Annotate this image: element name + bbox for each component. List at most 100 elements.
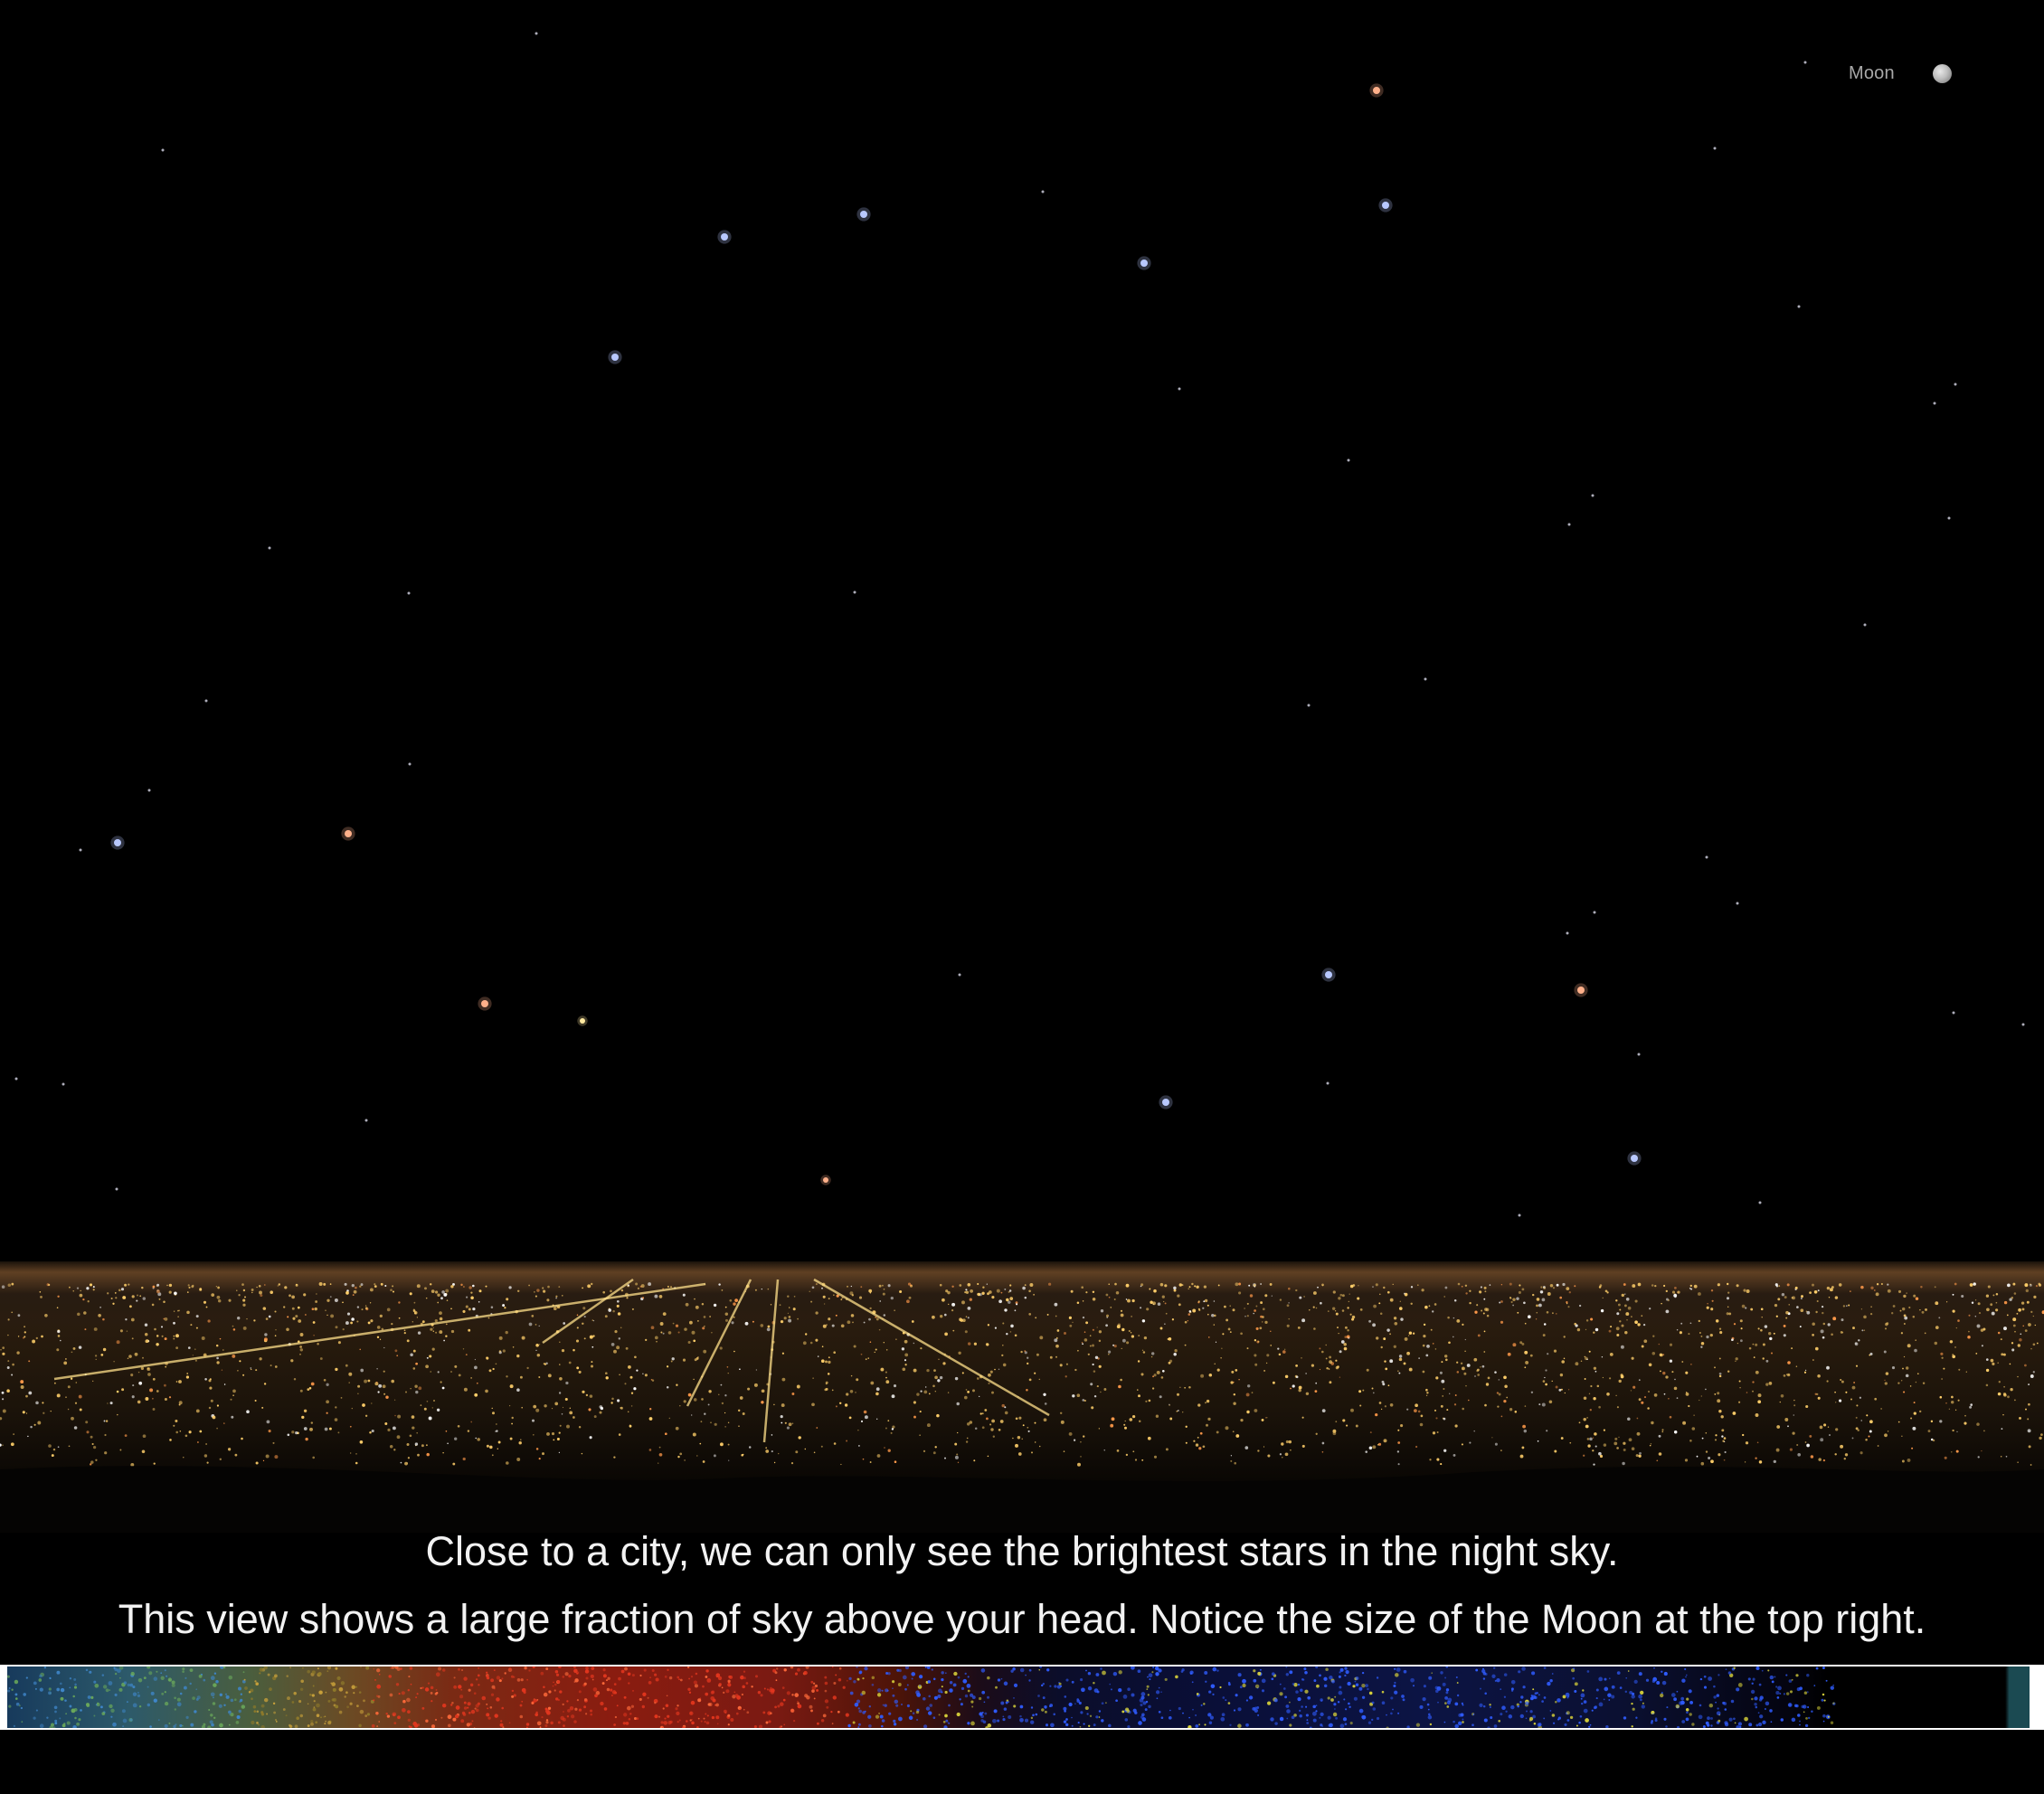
timeline-dot: [1555, 1701, 1557, 1704]
city-light: [833, 1351, 837, 1355]
city-light: [864, 1415, 868, 1420]
city-light: [1961, 1294, 1964, 1298]
timeline-dot: [291, 1701, 295, 1704]
timeline-dot: [774, 1671, 778, 1675]
city-light: [1150, 1355, 1153, 1358]
city-light: [2028, 1445, 2031, 1449]
city-light: [175, 1430, 178, 1434]
city-light: [323, 1378, 326, 1382]
city-light: [1408, 1335, 1410, 1336]
timeline-dot: [1832, 1684, 1835, 1686]
city-light: [41, 1335, 43, 1338]
city-light: [1869, 1312, 1873, 1316]
city-light: [1919, 1410, 1922, 1413]
timeline-dot: [1520, 1695, 1524, 1699]
city-light: [1707, 1303, 1708, 1305]
city-light: [173, 1321, 175, 1325]
timeline-dot: [1830, 1685, 1834, 1690]
timeline-dot: [1487, 1726, 1490, 1728]
city-light: [452, 1462, 456, 1466]
timeline-dot: [1343, 1698, 1346, 1701]
city-light: [1746, 1289, 1750, 1293]
city-light: [1430, 1328, 1433, 1331]
timeline-dot: [1344, 1723, 1348, 1726]
timeline-dot: [1355, 1683, 1359, 1687]
city-light: [2000, 1456, 2002, 1458]
timeline-dot: [164, 1669, 166, 1672]
timeline-dot: [949, 1681, 953, 1685]
city-light: [543, 1289, 546, 1293]
timeline-dot: [741, 1693, 744, 1696]
city-light: [92, 1286, 95, 1289]
timeline-dot: [562, 1717, 566, 1722]
timeline-dot: [1525, 1717, 1528, 1720]
timeline-dot: [1624, 1690, 1628, 1694]
city-light: [719, 1346, 723, 1350]
city-light: [1809, 1434, 1812, 1438]
city-light: [445, 1430, 448, 1432]
timeline-dot: [228, 1723, 231, 1726]
city-light: [72, 1290, 74, 1292]
city-light: [1714, 1393, 1717, 1395]
timeline-dot: [697, 1717, 700, 1720]
city-light: [1957, 1319, 1960, 1322]
city-light: [371, 1429, 374, 1433]
city-light: [1267, 1454, 1271, 1458]
city-light: [575, 1339, 580, 1343]
city-light: [2027, 1429, 2031, 1433]
city-light: [303, 1409, 308, 1412]
timeline-dot: [564, 1672, 569, 1676]
city-light: [1072, 1394, 1075, 1398]
city-light: [840, 1463, 842, 1466]
timeline-dot: [1239, 1685, 1243, 1689]
timeline-dot: [182, 1670, 185, 1673]
city-light: [509, 1384, 514, 1389]
city-light: [1009, 1284, 1012, 1287]
city-light: [1375, 1283, 1378, 1287]
city-light: [436, 1408, 440, 1412]
city-light: [542, 1287, 544, 1289]
timeline-dot: [1651, 1679, 1655, 1683]
city-light: [693, 1378, 695, 1381]
city-light: [875, 1317, 879, 1321]
city-light: [1839, 1399, 1842, 1402]
city-light: [457, 1424, 460, 1428]
city-light: [1332, 1431, 1337, 1436]
timeline-dot: [179, 1692, 183, 1695]
moon-label: Moon: [1849, 63, 1895, 83]
city-light: [1935, 1326, 1939, 1329]
city-light: [1001, 1403, 1005, 1408]
city-light: [1143, 1336, 1148, 1340]
timeline-dot: [1192, 1708, 1194, 1711]
city-light: [1903, 1355, 1906, 1358]
city-light: [727, 1421, 730, 1424]
city-light: [535, 1448, 539, 1450]
city-light: [542, 1452, 544, 1456]
city-light: [160, 1326, 164, 1328]
timeline-dot: [210, 1692, 215, 1697]
timeline-dot: [1557, 1716, 1561, 1720]
city-light: [883, 1288, 885, 1290]
city-light: [1043, 1418, 1047, 1422]
city-light: [149, 1388, 154, 1393]
city-light: [1696, 1455, 1699, 1458]
timeline-dot: [1204, 1671, 1208, 1675]
city-light: [1638, 1379, 1641, 1382]
city-light: [1208, 1336, 1210, 1338]
timeline-dot: [1316, 1684, 1320, 1688]
city-light: [1254, 1409, 1258, 1412]
caption-line-2: This view shows a large fraction of sky …: [118, 1596, 1926, 1642]
city-light: [724, 1312, 729, 1316]
city-light: [593, 1415, 597, 1419]
city-light: [367, 1321, 371, 1325]
city-light: [853, 1345, 856, 1348]
city-light: [787, 1312, 790, 1315]
timeline-dot: [256, 1710, 260, 1714]
timeline-dot: [1730, 1699, 1735, 1704]
city-light: [1321, 1350, 1324, 1354]
timeline-thumbnail[interactable]: [7, 1667, 2030, 1728]
sky-timeline-strip[interactable]: [0, 1665, 2044, 1730]
city-light: [1757, 1401, 1761, 1403]
city-light: [1660, 1370, 1661, 1373]
moon-icon[interactable]: [1933, 64, 1952, 83]
